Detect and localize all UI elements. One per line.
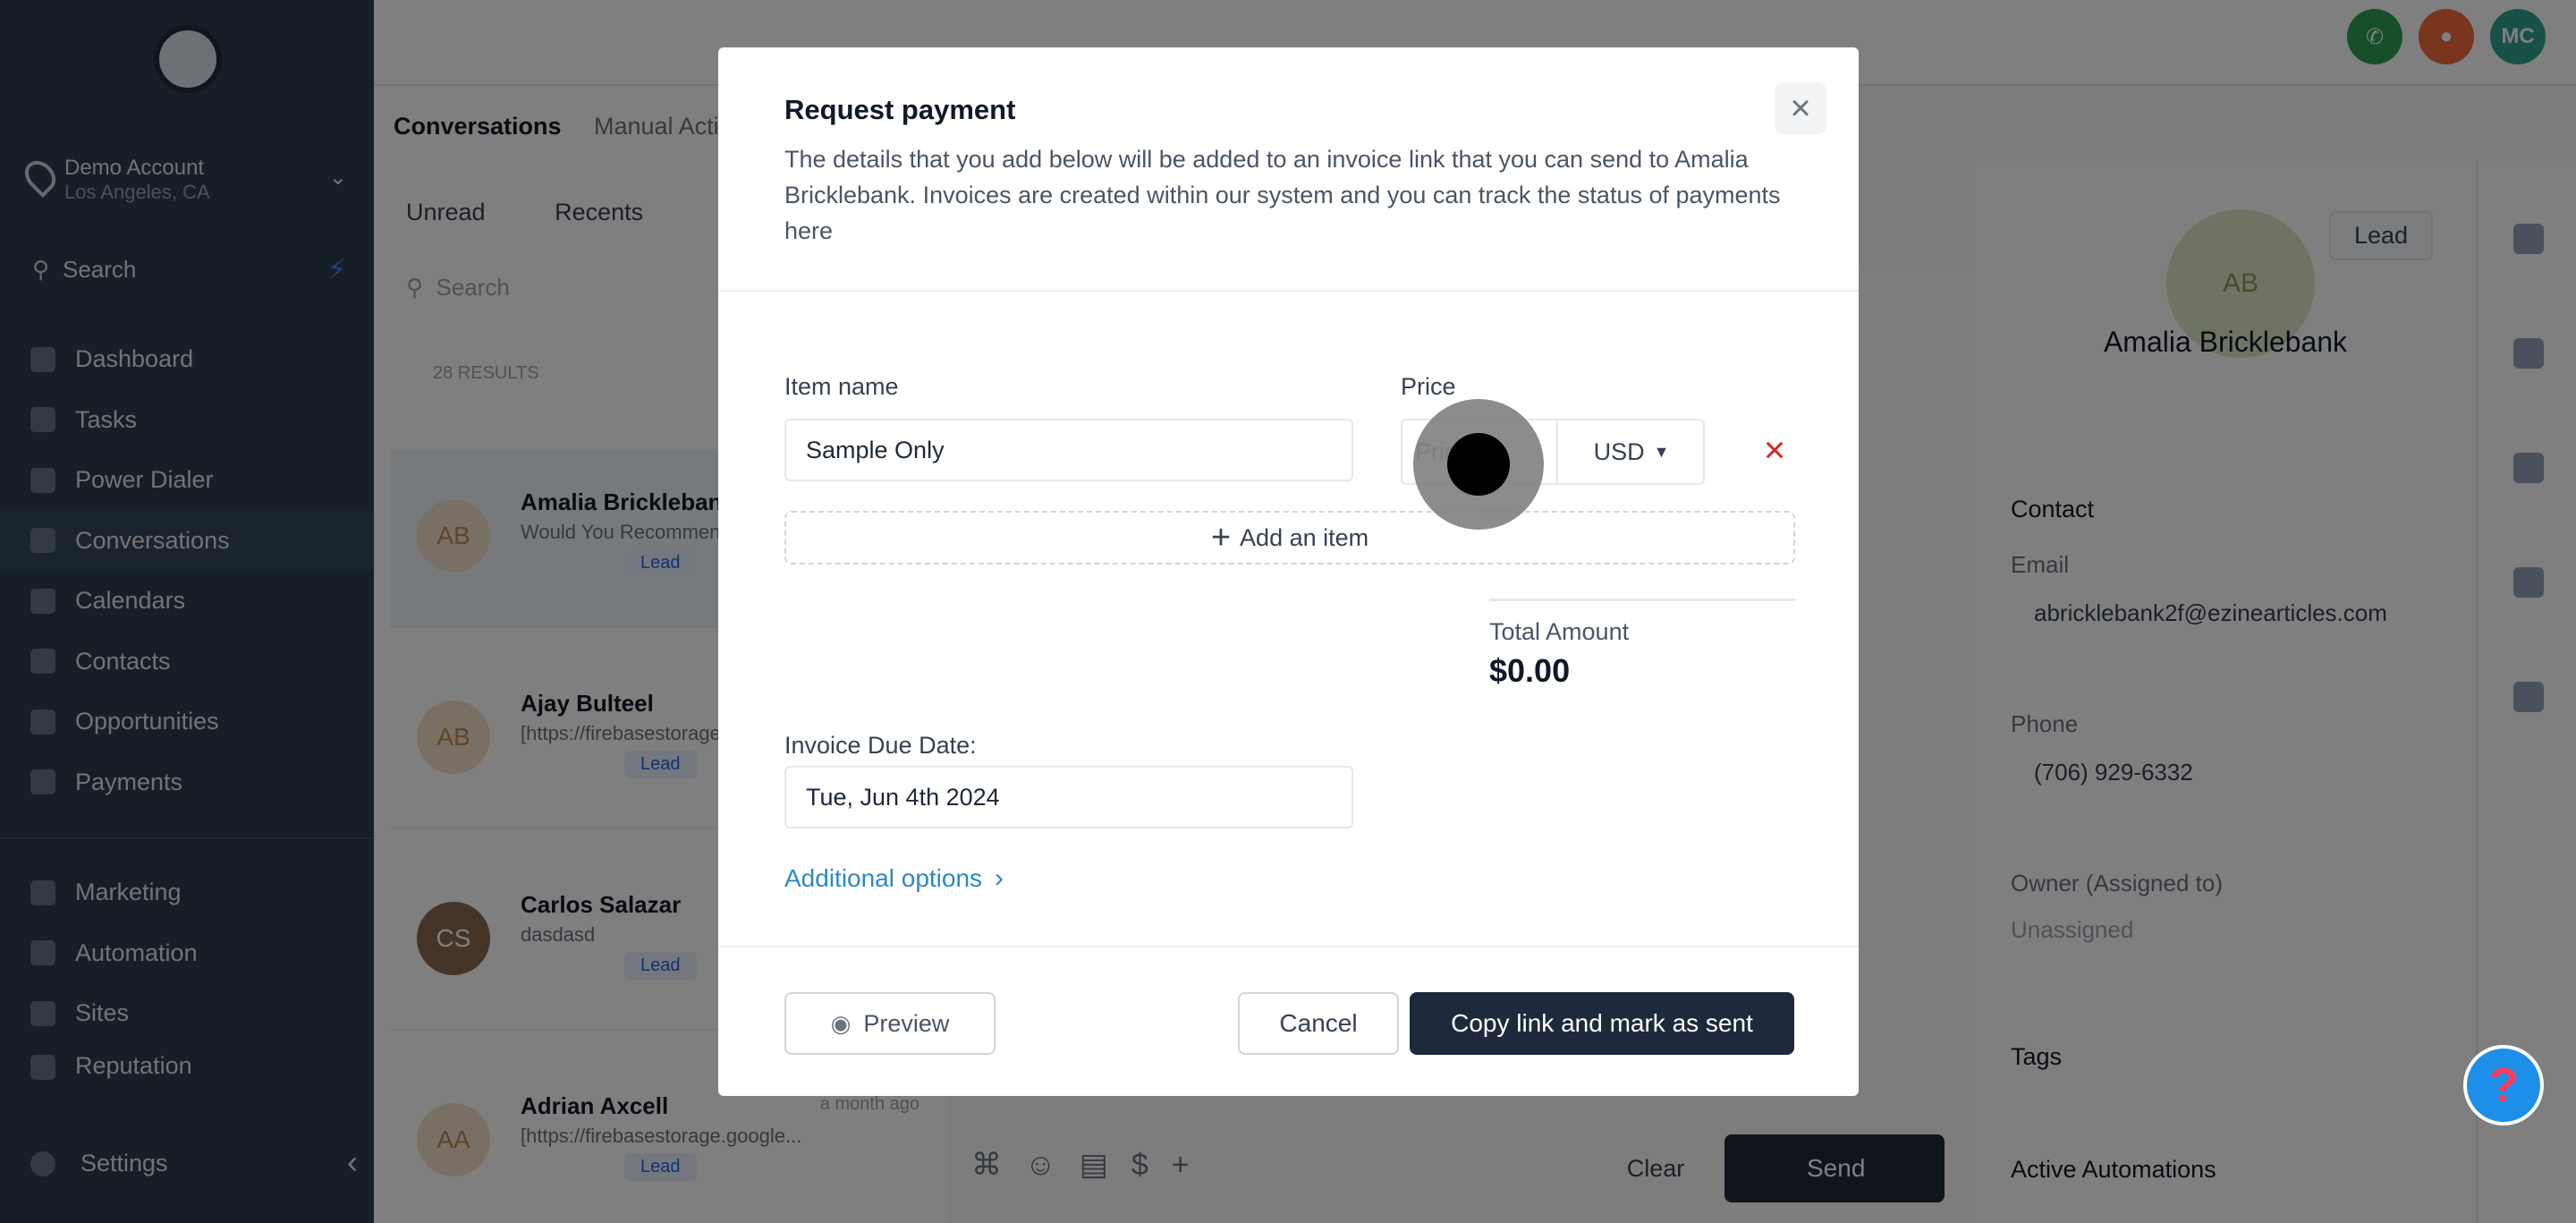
modal-footer-divider [718, 946, 1859, 947]
additional-options-link[interactable]: Additional options › [784, 863, 1004, 894]
request-payment-modal: Request payment × The details that you a… [718, 47, 1859, 1096]
help-button[interactable]: ? [2463, 1045, 2544, 1125]
plus-icon: + [1210, 519, 1232, 556]
additional-options-label: Additional options [784, 864, 983, 892]
total-amount-label: Total Amount [1489, 618, 1630, 645]
due-date-input[interactable] [784, 766, 1353, 828]
remove-item-button[interactable]: × [1751, 427, 1798, 473]
currency-select[interactable]: USD ▼ [1560, 420, 1703, 483]
modal-title: Request payment [784, 94, 1016, 125]
close-button[interactable]: × [1775, 82, 1826, 134]
price-label: Price [1401, 373, 1456, 400]
copy-link-button[interactable]: Copy link and mark as sent [1410, 992, 1794, 1055]
due-date-label: Invoice Due Date: [784, 732, 977, 759]
preview-button[interactable]: ◉ Preview [784, 992, 996, 1055]
modal-description: The details that you add below will be a… [784, 146, 1781, 244]
currency-value: USD [1593, 437, 1645, 465]
close-icon: × [1763, 429, 1786, 471]
cancel-button[interactable]: Cancel [1238, 992, 1399, 1055]
caret-down-icon: ▼ [1653, 442, 1670, 461]
eye-icon: ◉ [830, 1009, 852, 1037]
item-name-input[interactable] [784, 419, 1353, 481]
click-indicator [1413, 399, 1544, 530]
total-amount-value: $0.00 [1489, 652, 1571, 689]
add-item-button[interactable]: + Add an item [784, 511, 1795, 565]
preview-label: Preview [863, 1009, 950, 1037]
item-name-label: Item name [784, 373, 899, 400]
total-divider [1489, 599, 1795, 601]
add-item-label: Add an item [1240, 523, 1369, 551]
modal-divider [718, 290, 1859, 292]
close-icon: × [1790, 89, 1811, 128]
click-indicator-dot [1447, 433, 1510, 496]
chevron-right-icon: › [995, 863, 1004, 893]
